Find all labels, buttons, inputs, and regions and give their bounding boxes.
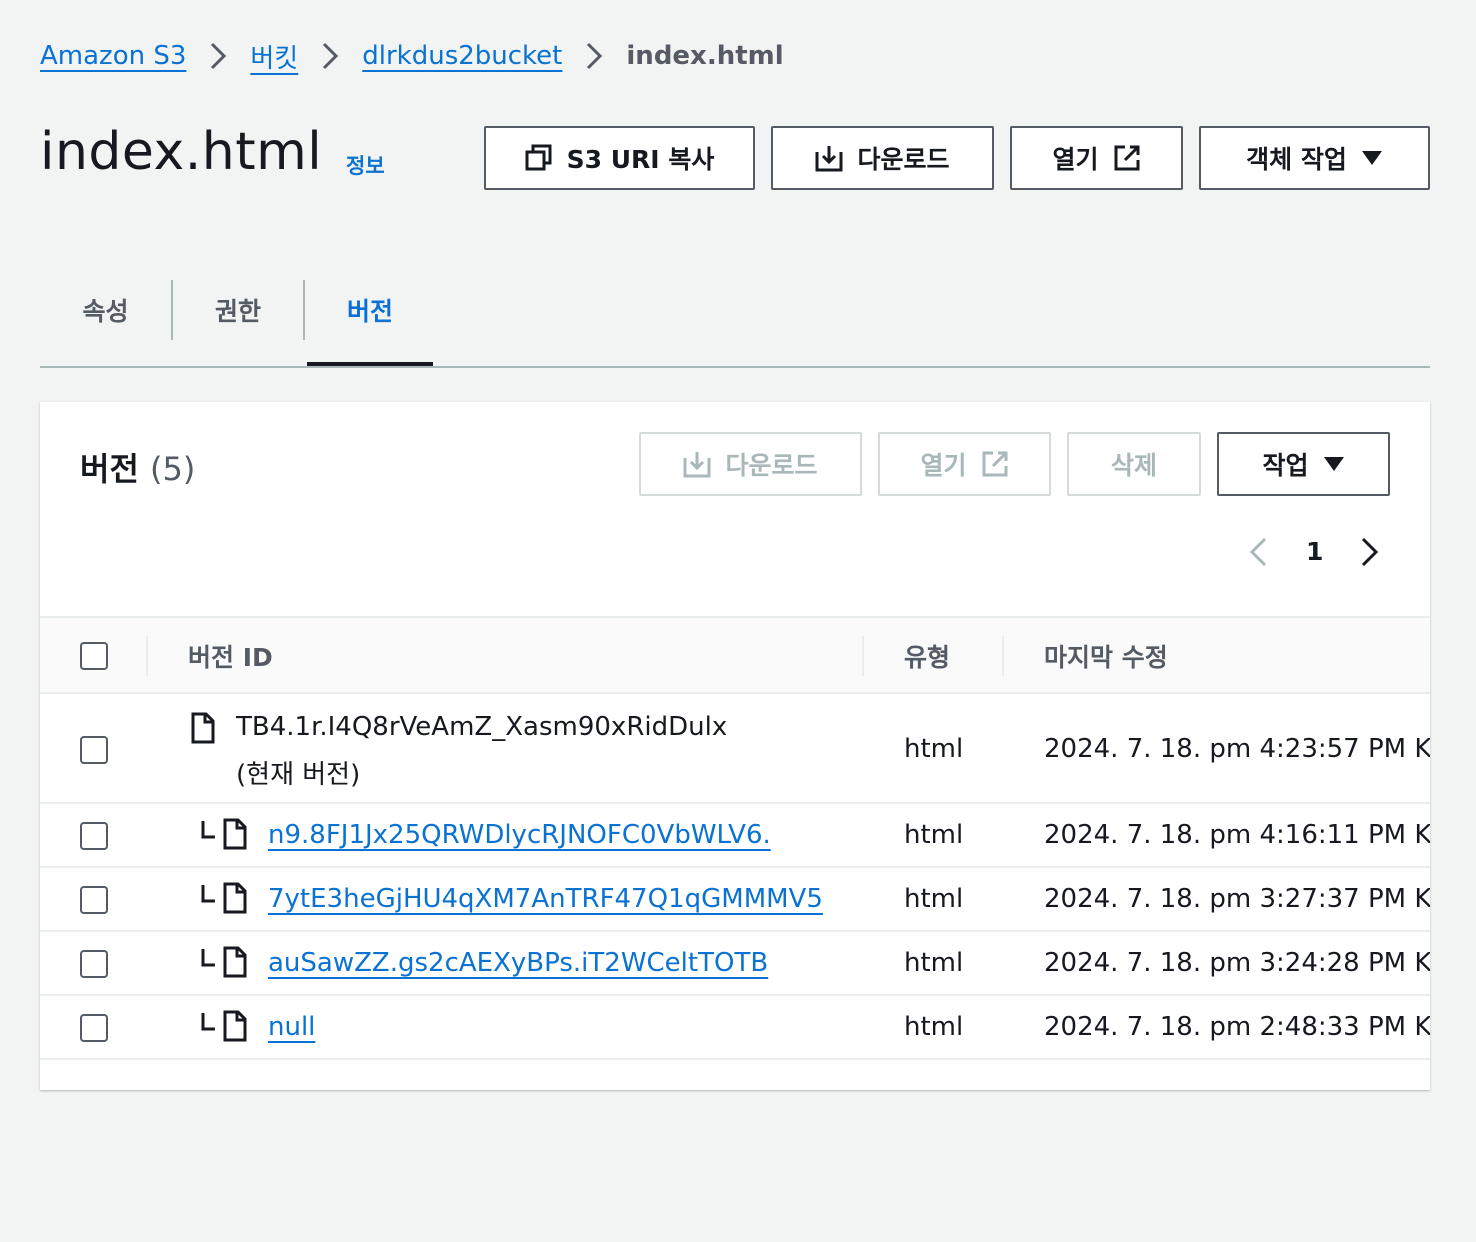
tab-permissions-label: 권한 [214, 297, 261, 326]
breadcrumb-link-bucket[interactable]: dlrkdus2bucket [362, 41, 562, 71]
version-actions-button[interactable]: 작업 [1217, 432, 1390, 496]
version-delete-button[interactable]: 삭제 [1067, 432, 1201, 496]
tab-properties-label: 속성 [82, 297, 129, 326]
chevron-right-icon [1361, 537, 1379, 567]
current-version-note: (현재 버전) [236, 760, 361, 790]
file-icon [223, 1010, 247, 1042]
breadcrumb-link-buckets[interactable]: 버킷 [250, 38, 298, 75]
version-id-link[interactable]: 7ytE3heGjHU4qXM7AnTRF47Q1qGMMMV5 [268, 884, 823, 914]
download-button[interactable]: 다운로드 [771, 126, 994, 190]
tree-branch-icon [201, 1013, 215, 1031]
table-header: 버전 ID 유형 마지막 수정 [40, 616, 1430, 694]
row-checkbox[interactable] [80, 822, 108, 850]
object-actions-button[interactable]: 객체 작업 [1199, 126, 1430, 190]
page-title: index.html [40, 122, 323, 182]
download-icon [815, 146, 843, 172]
column-divider [146, 636, 148, 676]
version-open-label: 열기 [920, 451, 967, 480]
table-row: auSawZZ.gs2cAEXyBPs.iT2WCeltTOTB html 20… [40, 932, 1430, 996]
version-id-link[interactable]: null [268, 1012, 315, 1042]
tree-branch-icon [201, 821, 215, 839]
select-all-checkbox[interactable] [80, 642, 108, 670]
chevron-right-icon [186, 41, 250, 71]
column-header-type[interactable]: 유형 [904, 618, 950, 694]
table-row: TB4.1r.I4Q8rVeAmZ_Xasm90xRidDulx (현재 버전)… [40, 694, 1430, 804]
breadcrumb-link-s3[interactable]: Amazon S3 [40, 41, 186, 71]
column-header-version-id[interactable]: 버전 ID [188, 618, 273, 694]
version-last-modified: 2024. 7. 18. pm 2:48:33 PM KST [1044, 1012, 1430, 1042]
copy-icon [525, 144, 552, 171]
pagination-current-page[interactable]: 1 [1306, 537, 1323, 566]
file-icon [191, 712, 215, 744]
breadcrumb: Amazon S3 버킷 dlrkdus2bucket index.html [40, 36, 784, 76]
chevron-left-icon [1249, 537, 1267, 567]
version-last-modified: 2024. 7. 18. pm 4:23:57 PM KST [1044, 734, 1430, 764]
column-divider [862, 636, 864, 676]
version-id: TB4.1r.I4Q8rVeAmZ_Xasm90xRidDulx [236, 712, 728, 742]
table-row: null html 2024. 7. 18. pm 2:48:33 PM KST [40, 996, 1430, 1060]
external-link-icon [1114, 145, 1139, 171]
open-button[interactable]: 열기 [1010, 126, 1183, 190]
file-icon [223, 882, 247, 914]
breadcrumb-current: index.html [626, 41, 784, 71]
version-type: html [904, 820, 964, 850]
version-id-link[interactable]: auSawZZ.gs2cAEXyBPs.iT2WCeltTOTB [268, 948, 768, 978]
chevron-right-icon [298, 41, 362, 71]
info-link[interactable]: 정보 [346, 150, 385, 180]
tab-properties[interactable]: 속성 [40, 280, 171, 340]
tree-branch-icon [201, 949, 215, 967]
copy-s3-uri-button[interactable]: S3 URI 복사 [484, 126, 755, 190]
version-type: html [904, 884, 964, 914]
version-download-button[interactable]: 다운로드 [639, 432, 862, 496]
version-last-modified: 2024. 7. 18. pm 4:16:11 PM KST [1044, 820, 1430, 850]
version-delete-label: 삭제 [1110, 451, 1157, 480]
versions-panel: 버전 (5) 다운로드 열기 삭제 작업 1 버전 ID 유형 마지막 수정 T… [40, 402, 1430, 1090]
version-open-button[interactable]: 열기 [878, 432, 1051, 496]
pagination-prev-button[interactable] [1246, 536, 1270, 572]
version-count: (5) [150, 450, 196, 488]
tab-active-indicator [307, 362, 433, 366]
external-link-icon [982, 451, 1007, 477]
download-label: 다운로드 [857, 145, 950, 174]
version-last-modified: 2024. 7. 18. pm 3:24:28 PM KST [1044, 948, 1430, 978]
download-icon [683, 452, 711, 478]
row-checkbox[interactable] [80, 886, 108, 914]
column-header-last-modified[interactable]: 마지막 수정 [1044, 618, 1168, 694]
version-download-label: 다운로드 [725, 451, 818, 480]
caret-down-icon [1361, 151, 1382, 165]
open-label: 열기 [1052, 145, 1099, 174]
pagination-next-button[interactable] [1358, 536, 1382, 572]
row-checkbox[interactable] [80, 1014, 108, 1042]
object-actions-label: 객체 작업 [1246, 145, 1347, 174]
tab-divider [303, 280, 305, 340]
version-actions-label: 작업 [1262, 451, 1309, 480]
version-type: html [904, 948, 964, 978]
panel-title: 버전 (5) [80, 444, 195, 490]
version-type: html [904, 734, 964, 764]
file-icon [223, 818, 247, 850]
copy-s3-uri-label: S3 URI 복사 [566, 145, 715, 174]
file-icon [223, 946, 247, 978]
tab-permissions[interactable]: 권한 [173, 280, 303, 340]
row-checkbox[interactable] [80, 736, 108, 764]
tab-underline [40, 366, 1430, 368]
caret-down-icon [1323, 457, 1344, 471]
version-type: html [904, 1012, 964, 1042]
table-row: 7ytE3heGjHU4qXM7AnTRF47Q1qGMMMV5 html 20… [40, 868, 1430, 932]
chevron-right-icon [562, 41, 626, 71]
tree-branch-icon [201, 885, 215, 903]
row-checkbox[interactable] [80, 950, 108, 978]
tab-versions[interactable]: 버전 [307, 280, 433, 340]
version-last-modified: 2024. 7. 18. pm 3:27:37 PM KST [1044, 884, 1430, 914]
tab-versions-label: 버전 [346, 297, 393, 326]
column-divider [1002, 636, 1004, 676]
table-row: n9.8FJ1Jx25QRWDlycRJNOFC0VbWLV6. html 20… [40, 804, 1430, 868]
version-id-link[interactable]: n9.8FJ1Jx25QRWDlycRJNOFC0VbWLV6. [268, 820, 771, 850]
panel-title-text: 버전 [80, 450, 139, 488]
